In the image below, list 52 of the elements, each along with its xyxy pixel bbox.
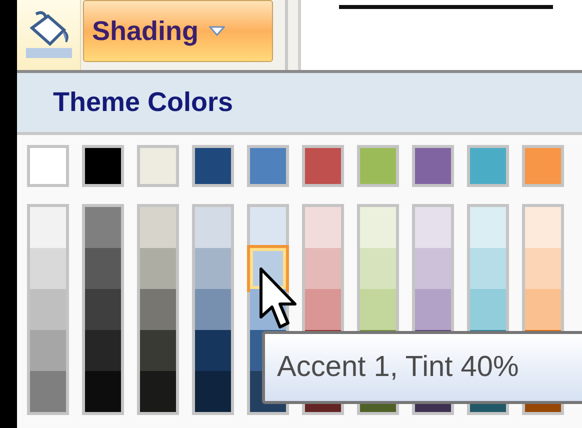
color-swatch[interactable] (85, 330, 121, 371)
color-swatch[interactable] (140, 207, 176, 248)
color-swatch[interactable] (30, 207, 66, 248)
dropdown-arrow-icon (208, 26, 224, 36)
color-swatch[interactable] (137, 145, 179, 187)
color-swatch[interactable] (415, 207, 451, 248)
color-swatch[interactable] (85, 371, 121, 412)
color-swatch[interactable] (140, 371, 176, 412)
mouse-pointer-icon (259, 267, 299, 331)
color-swatch[interactable] (470, 207, 506, 248)
color-swatch[interactable] (30, 289, 66, 330)
color-swatch[interactable] (470, 289, 506, 330)
shading-button[interactable]: Shading (83, 0, 273, 62)
color-swatch[interactable] (302, 145, 344, 187)
color-swatch[interactable] (82, 145, 124, 187)
color-swatch[interactable] (305, 207, 341, 248)
color-swatch[interactable] (27, 145, 69, 187)
color-swatch[interactable] (30, 371, 66, 412)
color-swatch[interactable] (30, 248, 66, 289)
color-swatch[interactable] (195, 330, 231, 371)
color-swatch[interactable] (467, 145, 509, 187)
color-swatch[interactable] (195, 289, 231, 330)
color-swatch[interactable] (360, 207, 396, 248)
color-swatch[interactable] (195, 248, 231, 289)
color-swatch[interactable] (415, 289, 451, 330)
color-swatch[interactable] (195, 207, 231, 248)
color-swatch[interactable] (470, 248, 506, 289)
color-swatch[interactable] (525, 207, 561, 248)
color-swatch[interactable] (140, 248, 176, 289)
color-swatch[interactable] (525, 248, 561, 289)
color-swatch[interactable] (192, 145, 234, 187)
color-swatch[interactable] (360, 248, 396, 289)
color-swatch[interactable] (412, 145, 454, 187)
color-swatch[interactable] (30, 330, 66, 371)
color-swatch[interactable] (415, 248, 451, 289)
color-swatch[interactable] (305, 248, 341, 289)
color-swatch[interactable] (360, 289, 396, 330)
section-header: Theme Colors (53, 86, 234, 120)
color-swatch[interactable] (85, 248, 121, 289)
color-swatch[interactable] (357, 145, 399, 187)
tooltip: Accent 1, Tint 40% (262, 331, 582, 404)
color-swatch[interactable] (195, 371, 231, 412)
color-swatch[interactable] (140, 330, 176, 371)
color-swatch[interactable] (85, 207, 121, 248)
color-swatch[interactable] (140, 289, 176, 330)
color-swatch[interactable] (247, 145, 289, 187)
color-swatch[interactable] (522, 145, 564, 187)
color-swatch[interactable] (305, 289, 341, 330)
color-swatch[interactable] (525, 289, 561, 330)
color-swatch[interactable] (85, 289, 121, 330)
paint-bucket-button[interactable] (17, 0, 81, 70)
color-swatch[interactable] (250, 207, 286, 248)
